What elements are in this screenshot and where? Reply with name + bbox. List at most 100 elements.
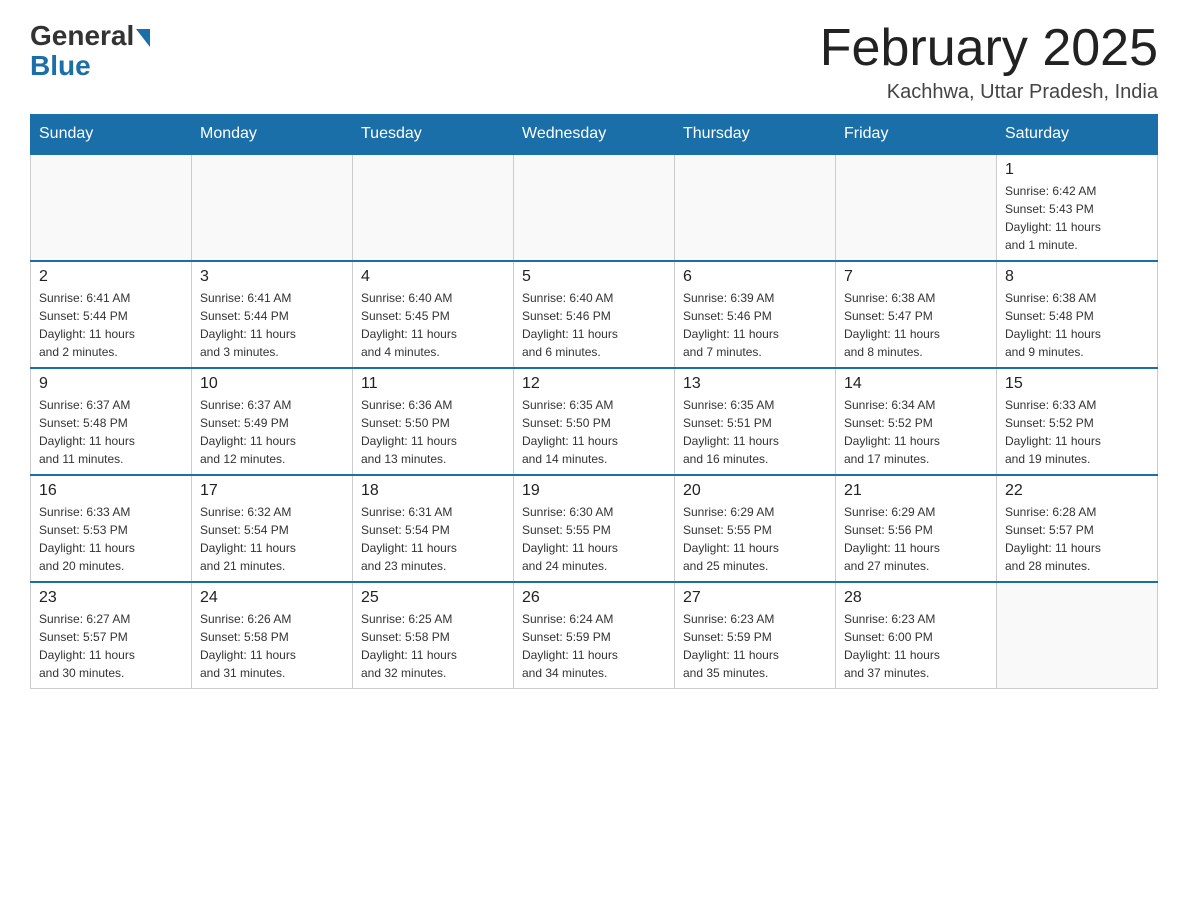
calendar-cell: 14 Sunrise: 6:34 AM Sunset: 5:52 PM Dayli… xyxy=(836,368,997,475)
day-info: Sunrise: 6:41 AM Sunset: 5:44 PM Dayligh… xyxy=(200,289,344,361)
calendar-cell: 11Sunrise: 6:36 AM Sunset: 5:50 PM Dayli… xyxy=(353,368,514,475)
calendar-header-row: SundayMondayTuesdayWednesdayThursdayFrid… xyxy=(31,115,1158,155)
calendar-cell: 20 Sunrise: 6:29 AM Sunset: 5:55 PM Dayli… xyxy=(675,475,836,582)
calendar-cell: 10 Sunrise: 6:37 AM Sunset: 5:49 PM Dayli… xyxy=(192,368,353,475)
logo: General Blue xyxy=(30,20,150,82)
calendar-cell: 15 Sunrise: 6:33 AM Sunset: 5:52 PM Dayli… xyxy=(997,368,1158,475)
day-info: Sunrise: 6:38 AM Sunset: 5:48 PM Dayligh… xyxy=(1005,289,1149,361)
calendar-cell xyxy=(192,154,353,261)
day-number: 10 xyxy=(200,375,344,393)
day-info: Sunrise: 6:28 AM Sunset: 5:57 PM Dayligh… xyxy=(1005,503,1149,575)
day-number: 15 xyxy=(1005,375,1149,393)
day-number: 28 xyxy=(844,589,988,607)
calendar-cell: 2 Sunrise: 6:41 AM Sunset: 5:44 PM Daylig… xyxy=(31,261,192,368)
calendar-cell: 7 Sunrise: 6:38 AM Sunset: 5:47 PM Daylig… xyxy=(836,261,997,368)
calendar-cell: 6Sunrise: 6:39 AM Sunset: 5:46 PM Daylig… xyxy=(675,261,836,368)
day-number: 26 xyxy=(522,589,666,607)
calendar-table: SundayMondayTuesdayWednesdayThursdayFrid… xyxy=(30,114,1158,689)
calendar-cell xyxy=(997,582,1158,689)
day-info: Sunrise: 6:33 AM Sunset: 5:52 PM Dayligh… xyxy=(1005,396,1149,468)
calendar-cell: 9 Sunrise: 6:37 AM Sunset: 5:48 PM Daylig… xyxy=(31,368,192,475)
day-number: 21 xyxy=(844,482,988,500)
day-info: Sunrise: 6:23 AM Sunset: 5:59 PM Dayligh… xyxy=(683,610,827,682)
day-number: 19 xyxy=(522,482,666,500)
day-number: 9 xyxy=(39,375,183,393)
calendar-week-row: 2 Sunrise: 6:41 AM Sunset: 5:44 PM Daylig… xyxy=(31,261,1158,368)
day-number: 27 xyxy=(683,589,827,607)
weekday-header-wednesday: Wednesday xyxy=(514,115,675,155)
calendar-cell: 21 Sunrise: 6:29 AM Sunset: 5:56 PM Dayli… xyxy=(836,475,997,582)
day-number: 8 xyxy=(1005,268,1149,286)
weekday-header-sunday: Sunday xyxy=(31,115,192,155)
calendar-cell: 17 Sunrise: 6:32 AM Sunset: 5:54 PM Dayli… xyxy=(192,475,353,582)
calendar-cell xyxy=(675,154,836,261)
day-number: 4 xyxy=(361,268,505,286)
weekday-header-friday: Friday xyxy=(836,115,997,155)
day-info: Sunrise: 6:37 AM Sunset: 5:48 PM Dayligh… xyxy=(39,396,183,468)
day-info: Sunrise: 6:34 AM Sunset: 5:52 PM Dayligh… xyxy=(844,396,988,468)
day-info: Sunrise: 6:40 AM Sunset: 5:45 PM Dayligh… xyxy=(361,289,505,361)
month-title: February 2025 xyxy=(820,20,1158,77)
calendar-cell: 16 Sunrise: 6:33 AM Sunset: 5:53 PM Dayli… xyxy=(31,475,192,582)
day-info: Sunrise: 6:31 AM Sunset: 5:54 PM Dayligh… xyxy=(361,503,505,575)
day-number: 12 xyxy=(522,375,666,393)
day-number: 25 xyxy=(361,589,505,607)
calendar-cell: 19 Sunrise: 6:30 AM Sunset: 5:55 PM Dayli… xyxy=(514,475,675,582)
day-info: Sunrise: 6:29 AM Sunset: 5:56 PM Dayligh… xyxy=(844,503,988,575)
day-number: 2 xyxy=(39,268,183,286)
location-text: Kachhwa, Uttar Pradesh, India xyxy=(820,81,1158,104)
calendar-cell: 1 Sunrise: 6:42 AM Sunset: 5:43 PM Daylig… xyxy=(997,154,1158,261)
calendar-cell: 5 Sunrise: 6:40 AM Sunset: 5:46 PM Daylig… xyxy=(514,261,675,368)
calendar-week-row: 9 Sunrise: 6:37 AM Sunset: 5:48 PM Daylig… xyxy=(31,368,1158,475)
logo-arrow-icon xyxy=(136,29,150,47)
day-info: Sunrise: 6:42 AM Sunset: 5:43 PM Dayligh… xyxy=(1005,182,1149,254)
day-info: Sunrise: 6:36 AM Sunset: 5:50 PM Dayligh… xyxy=(361,396,505,468)
day-info: Sunrise: 6:38 AM Sunset: 5:47 PM Dayligh… xyxy=(844,289,988,361)
calendar-cell xyxy=(514,154,675,261)
day-number: 3 xyxy=(200,268,344,286)
day-info: Sunrise: 6:35 AM Sunset: 5:50 PM Dayligh… xyxy=(522,396,666,468)
day-info: Sunrise: 6:41 AM Sunset: 5:44 PM Dayligh… xyxy=(39,289,183,361)
day-number: 5 xyxy=(522,268,666,286)
day-number: 23 xyxy=(39,589,183,607)
day-info: Sunrise: 6:40 AM Sunset: 5:46 PM Dayligh… xyxy=(522,289,666,361)
day-info: Sunrise: 6:25 AM Sunset: 5:58 PM Dayligh… xyxy=(361,610,505,682)
calendar-cell: 3 Sunrise: 6:41 AM Sunset: 5:44 PM Daylig… xyxy=(192,261,353,368)
calendar-cell: 28 Sunrise: 6:23 AM Sunset: 6:00 PM Dayli… xyxy=(836,582,997,689)
day-number: 17 xyxy=(200,482,344,500)
calendar-week-row: 23 Sunrise: 6:27 AM Sunset: 5:57 PM Dayli… xyxy=(31,582,1158,689)
day-info: Sunrise: 6:37 AM Sunset: 5:49 PM Dayligh… xyxy=(200,396,344,468)
page-header: General Blue February 2025 Kachhwa, Utta… xyxy=(30,20,1158,104)
day-info: Sunrise: 6:32 AM Sunset: 5:54 PM Dayligh… xyxy=(200,503,344,575)
calendar-cell: 8 Sunrise: 6:38 AM Sunset: 5:48 PM Daylig… xyxy=(997,261,1158,368)
day-info: Sunrise: 6:27 AM Sunset: 5:57 PM Dayligh… xyxy=(39,610,183,682)
calendar-cell: 4 Sunrise: 6:40 AM Sunset: 5:45 PM Daylig… xyxy=(353,261,514,368)
day-info: Sunrise: 6:24 AM Sunset: 5:59 PM Dayligh… xyxy=(522,610,666,682)
day-number: 22 xyxy=(1005,482,1149,500)
day-number: 6 xyxy=(683,268,827,286)
day-info: Sunrise: 6:29 AM Sunset: 5:55 PM Dayligh… xyxy=(683,503,827,575)
day-number: 16 xyxy=(39,482,183,500)
day-number: 20 xyxy=(683,482,827,500)
calendar-week-row: 16 Sunrise: 6:33 AM Sunset: 5:53 PM Dayli… xyxy=(31,475,1158,582)
weekday-header-saturday: Saturday xyxy=(997,115,1158,155)
calendar-cell xyxy=(353,154,514,261)
logo-blue-text: Blue xyxy=(30,50,91,82)
day-number: 7 xyxy=(844,268,988,286)
calendar-cell: 23 Sunrise: 6:27 AM Sunset: 5:57 PM Dayli… xyxy=(31,582,192,689)
calendar-cell: 18Sunrise: 6:31 AM Sunset: 5:54 PM Dayli… xyxy=(353,475,514,582)
calendar-cell: 27 Sunrise: 6:23 AM Sunset: 5:59 PM Dayli… xyxy=(675,582,836,689)
weekday-header-tuesday: Tuesday xyxy=(353,115,514,155)
day-number: 14 xyxy=(844,375,988,393)
day-info: Sunrise: 6:35 AM Sunset: 5:51 PM Dayligh… xyxy=(683,396,827,468)
day-info: Sunrise: 6:30 AM Sunset: 5:55 PM Dayligh… xyxy=(522,503,666,575)
day-info: Sunrise: 6:33 AM Sunset: 5:53 PM Dayligh… xyxy=(39,503,183,575)
day-number: 24 xyxy=(200,589,344,607)
calendar-cell: 25 Sunrise: 6:25 AM Sunset: 5:58 PM Dayli… xyxy=(353,582,514,689)
calendar-cell: 22 Sunrise: 6:28 AM Sunset: 5:57 PM Dayli… xyxy=(997,475,1158,582)
day-info: Sunrise: 6:23 AM Sunset: 6:00 PM Dayligh… xyxy=(844,610,988,682)
calendar-cell: 13Sunrise: 6:35 AM Sunset: 5:51 PM Dayli… xyxy=(675,368,836,475)
calendar-cell xyxy=(836,154,997,261)
calendar-week-row: 1 Sunrise: 6:42 AM Sunset: 5:43 PM Daylig… xyxy=(31,154,1158,261)
day-number: 1 xyxy=(1005,161,1149,179)
